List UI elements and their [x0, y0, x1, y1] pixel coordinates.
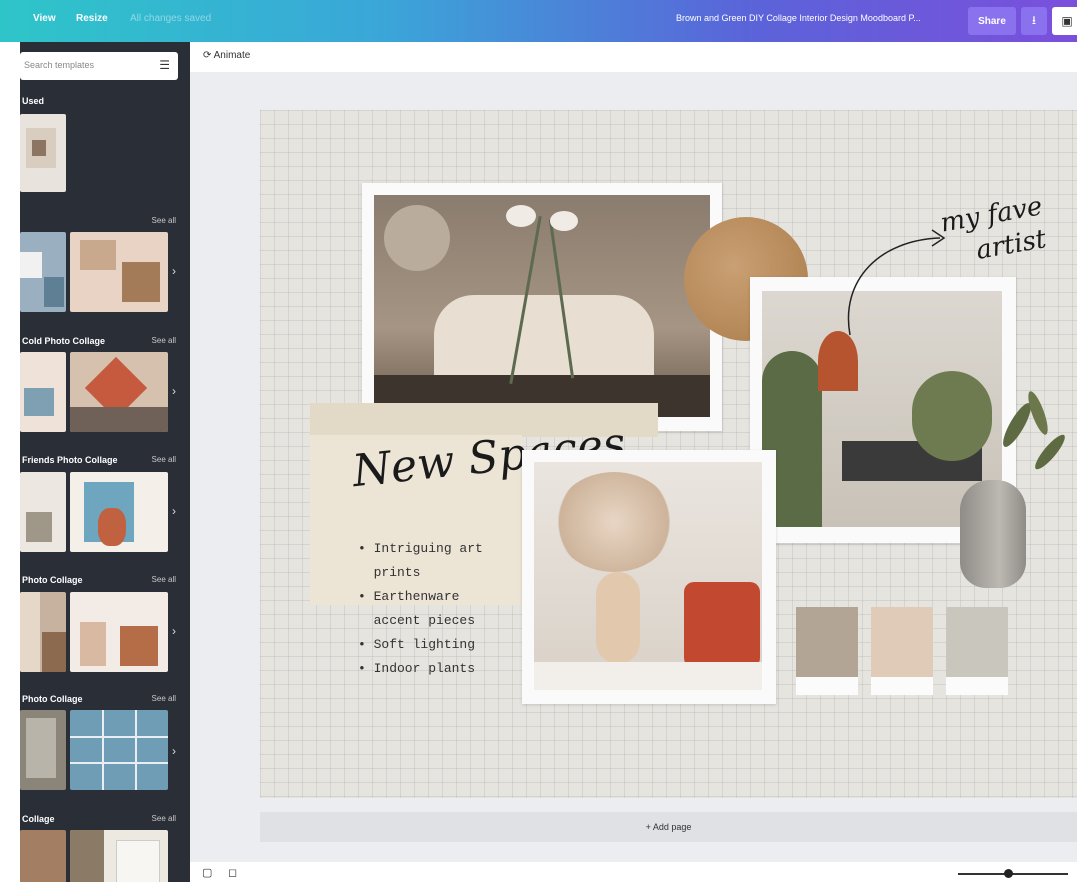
- animate-button[interactable]: ⟳ Animate: [203, 50, 250, 61]
- living-room-image: [374, 195, 710, 417]
- section-title: Friends Photo Collage: [22, 455, 118, 465]
- filter-icon[interactable]: ☰: [159, 58, 170, 72]
- list-item: • Indoor plants: [358, 661, 476, 676]
- vase-bag-image: [534, 462, 762, 690]
- section-title: Photo Collage: [22, 575, 83, 585]
- notes-icon[interactable]: ▢: [202, 866, 212, 879]
- chevron-right-icon[interactable]: ›: [172, 264, 176, 278]
- zoom-slider-handle[interactable]: [1004, 869, 1013, 878]
- template-thumb[interactable]: [70, 710, 168, 790]
- template-thumb[interactable]: [70, 232, 168, 312]
- section-title-used: Used: [22, 96, 45, 106]
- color-swatch[interactable]: [796, 607, 858, 695]
- animate-label: Animate: [213, 50, 251, 61]
- download-icon: ⭳: [1031, 12, 1037, 27]
- swatch-color: [946, 607, 1008, 677]
- bottom-bar: ▢ ◻: [190, 862, 1077, 882]
- save-status: All changes saved: [130, 13, 212, 24]
- add-page-button[interactable]: + Add page: [260, 812, 1077, 842]
- top-toolbar: View Resize All changes saved Brown and …: [0, 0, 1077, 42]
- canvas-toolbar: ⟳ Animate: [190, 42, 1077, 72]
- view-menu[interactable]: View: [33, 13, 56, 24]
- download-button[interactable]: ⭳: [1021, 7, 1047, 35]
- document-title[interactable]: Brown and Green DIY Collage Interior Des…: [676, 13, 921, 23]
- list-item: • Soft lighting: [358, 637, 476, 652]
- share-button[interactable]: Share: [968, 7, 1016, 35]
- see-all-link[interactable]: See all: [152, 216, 176, 225]
- template-thumb[interactable]: [20, 232, 66, 312]
- template-thumb[interactable]: [20, 114, 66, 192]
- see-all-link[interactable]: See all: [152, 814, 176, 823]
- arrow-icon[interactable]: [840, 220, 960, 340]
- left-edge: [0, 42, 20, 882]
- template-thumb[interactable]: [20, 472, 66, 552]
- swatch-color: [871, 607, 933, 677]
- chevron-right-icon[interactable]: ›: [172, 384, 176, 398]
- see-all-link[interactable]: See all: [152, 694, 176, 703]
- chevron-right-icon[interactable]: ›: [172, 504, 176, 518]
- list-item: accent pieces: [358, 613, 476, 628]
- template-thumb[interactable]: [20, 352, 66, 432]
- chevron-right-icon[interactable]: ›: [172, 624, 176, 638]
- see-all-link[interactable]: See all: [152, 336, 176, 345]
- zoom-slider[interactable]: [958, 873, 1068, 875]
- present-icon: ▣: [1061, 14, 1073, 28]
- search-input[interactable]: Search templates: [24, 60, 94, 70]
- template-search[interactable]: Search templates ☰: [20, 52, 178, 80]
- see-all-link[interactable]: See all: [152, 575, 176, 584]
- template-thumb[interactable]: [20, 710, 66, 790]
- photo-vase-bag[interactable]: [522, 450, 776, 704]
- template-thumb[interactable]: [20, 830, 66, 882]
- photo-living-room[interactable]: [362, 183, 722, 431]
- design-page[interactable]: New Spaces • Intriguing art prints • Ear…: [260, 110, 1077, 798]
- section-title: Cold Photo Collage: [22, 336, 105, 346]
- plant-leaves: [998, 389, 1070, 500]
- present-button[interactable]: ▣: [1052, 7, 1077, 35]
- template-thumb[interactable]: [70, 830, 168, 882]
- template-thumb[interactable]: [70, 592, 168, 672]
- list-item: prints: [358, 565, 421, 580]
- see-all-link[interactable]: See all: [152, 455, 176, 464]
- section-title: Photo Collage: [22, 694, 83, 704]
- chevron-right-icon[interactable]: ›: [172, 744, 176, 758]
- list-item: • Earthenware: [358, 589, 460, 604]
- list-item: • Intriguing art: [358, 541, 483, 556]
- templates-sidebar: Search templates ☰ Used See all › Cold P…: [20, 42, 190, 882]
- color-swatch[interactable]: [871, 607, 933, 695]
- template-thumb[interactable]: [70, 472, 168, 552]
- template-thumb[interactable]: [20, 592, 66, 672]
- color-swatch[interactable]: [946, 607, 1008, 695]
- section-title: Collage: [22, 814, 55, 824]
- template-thumb[interactable]: [70, 352, 168, 432]
- bullet-list[interactable]: • Intriguing art prints • Earthenware ac…: [358, 537, 483, 681]
- comment-icon[interactable]: ◻: [228, 866, 237, 879]
- resize-menu[interactable]: Resize: [76, 13, 108, 24]
- swatch-color: [796, 607, 858, 677]
